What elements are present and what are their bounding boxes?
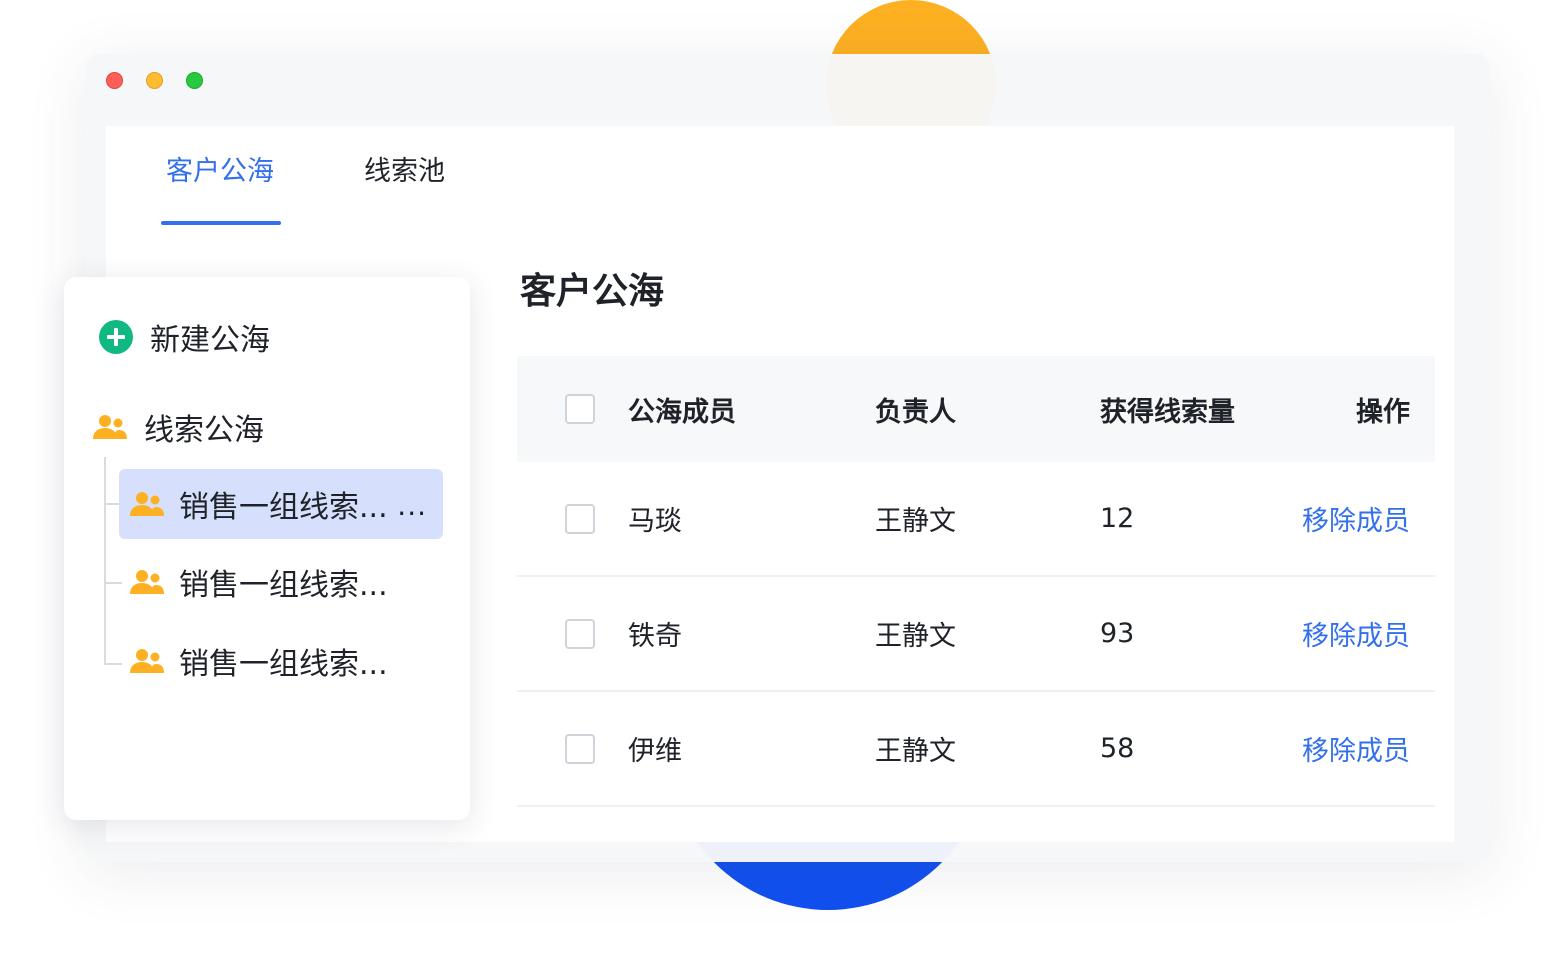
more-icon[interactable]: ... xyxy=(397,489,427,522)
lead-count: 12 xyxy=(1100,503,1135,534)
owner-name: 王静文 xyxy=(875,621,956,652)
header-owner: 负责人 xyxy=(875,396,956,428)
lead-count: 93 xyxy=(1100,618,1135,649)
remove-member-link[interactable]: 移除成员 xyxy=(1302,692,1410,805)
remove-member-link[interactable]: 移除成员 xyxy=(1302,462,1410,575)
people-icon xyxy=(130,570,164,594)
owner-name: 王静文 xyxy=(875,506,956,537)
header-member: 公海成员 xyxy=(628,396,736,428)
member-name: 铁奇 xyxy=(628,621,682,652)
table-row: 铁奇 王静文 93 移除成员 xyxy=(517,577,1435,692)
lead-count: 58 xyxy=(1100,733,1135,764)
active-tab-indicator xyxy=(161,221,281,225)
header-lead-count: 获得线索量 xyxy=(1100,396,1235,428)
member-name: 伊维 xyxy=(628,736,682,767)
page-title: 客户公海 xyxy=(520,271,665,312)
group-root-label: 线索公海 xyxy=(144,413,264,448)
sidebar-item-label: 销售一组线索... xyxy=(179,490,388,525)
select-all-checkbox[interactable] xyxy=(565,394,595,424)
people-icon xyxy=(130,649,164,673)
table-row: 伊维 王静文 58 移除成员 xyxy=(517,692,1435,807)
tab-lead-pool[interactable]: 线索池 xyxy=(364,152,445,192)
new-sea-label: 新建公海 xyxy=(150,323,270,358)
sidebar-item-sales-group-2[interactable]: 销售一组线索... xyxy=(119,547,443,617)
sidebar-item-sales-group-3[interactable]: 销售一组线索... xyxy=(119,626,443,696)
row-checkbox[interactable] xyxy=(565,503,595,534)
table-header-row: 公海成员 负责人 获得线索量 操作 xyxy=(517,356,1435,462)
new-sea-button[interactable]: 新建公海 xyxy=(98,317,270,358)
sidebar-item-label: 销售一组线索... xyxy=(179,647,388,682)
members-table: 公海成员 负责人 获得线索量 操作 马琰 王静文 12 移除成员 铁奇 王静文 … xyxy=(517,356,1435,807)
plus-circle-icon xyxy=(99,320,133,354)
tree-connector xyxy=(104,457,106,665)
table-row: 马琰 王静文 12 移除成员 xyxy=(517,462,1435,577)
sea-sidebar-card: 新建公海 线索公海 销售一组线索... ... 销售一组线索... 销售一组线索… xyxy=(64,277,470,820)
remove-member-link[interactable]: 移除成员 xyxy=(1302,577,1410,690)
row-checkbox[interactable] xyxy=(565,733,595,764)
owner-name: 王静文 xyxy=(875,736,956,767)
header-operation: 操作 xyxy=(1356,396,1410,428)
row-checkbox[interactable] xyxy=(565,618,595,649)
sidebar-item-label: 销售一组线索... xyxy=(179,568,388,603)
sidebar-item-sales-group-1[interactable]: 销售一组线索... ... xyxy=(119,469,443,539)
window-minimize-button[interactable] xyxy=(146,72,163,89)
people-icon xyxy=(93,415,127,439)
window-close-button[interactable] xyxy=(106,72,123,89)
tab-customer-sea[interactable]: 客户公海 xyxy=(166,152,274,192)
group-root-lead-sea[interactable]: 线索公海 xyxy=(92,405,264,449)
people-icon xyxy=(130,492,164,516)
window-maximize-button[interactable] xyxy=(186,72,203,89)
member-name: 马琰 xyxy=(628,506,682,537)
